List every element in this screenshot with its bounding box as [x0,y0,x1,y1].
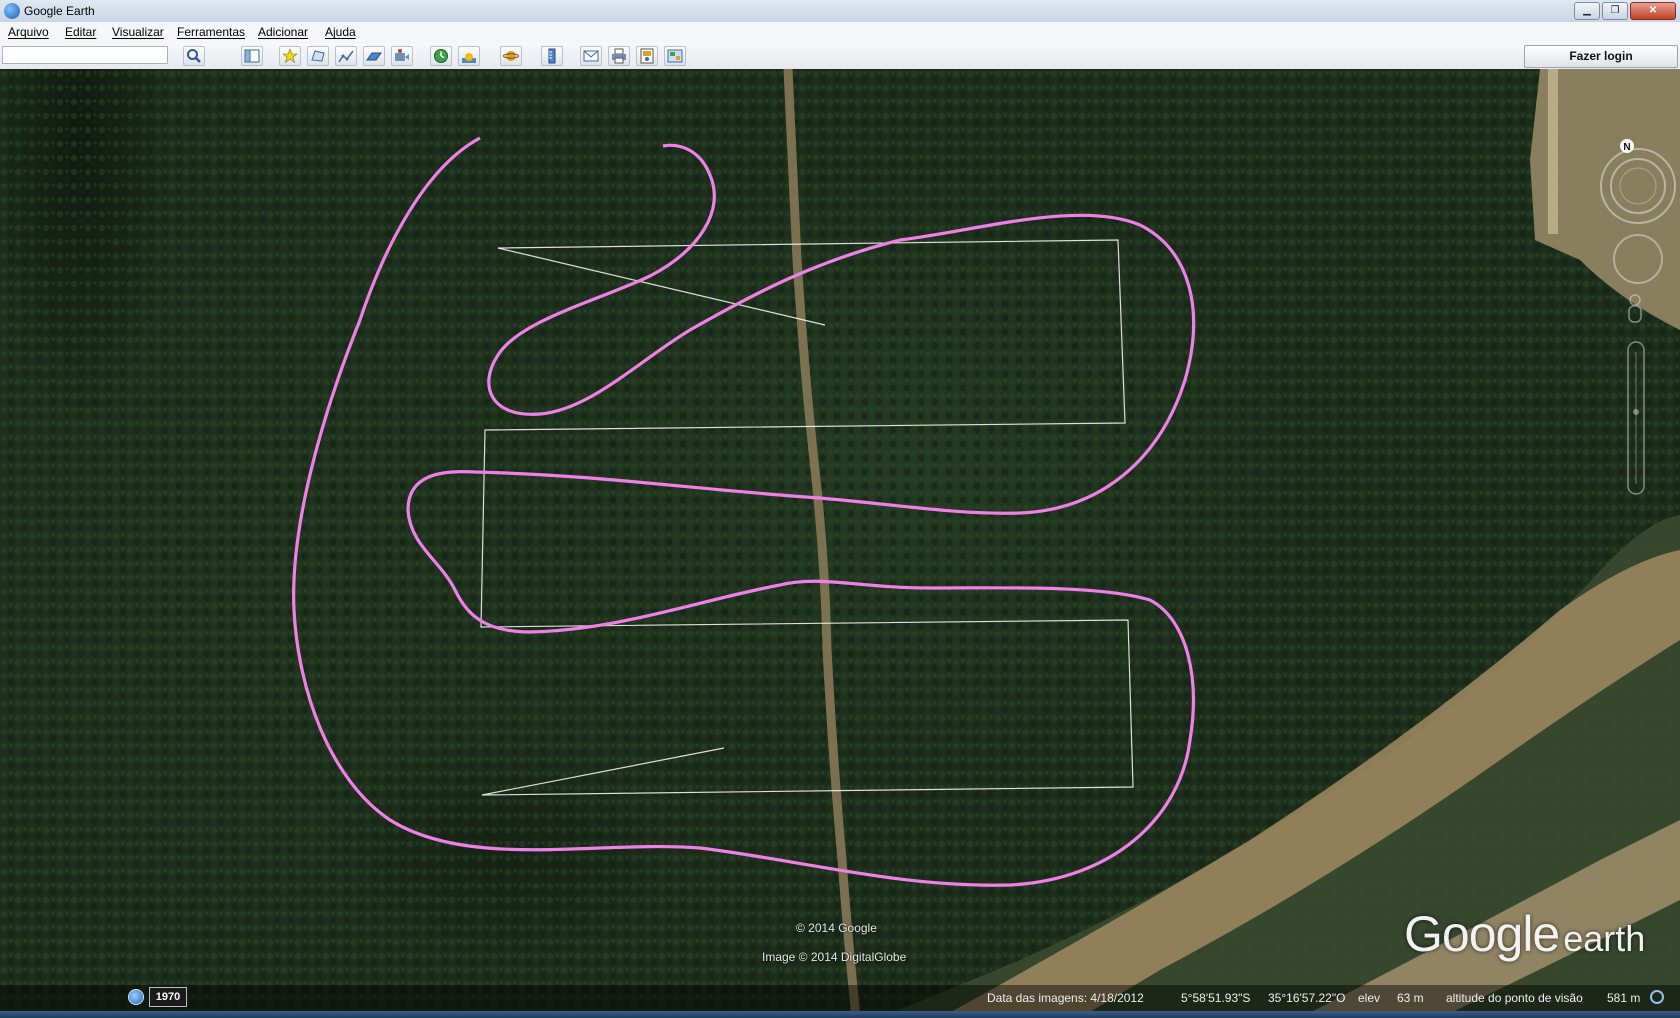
historical-imagery-icon[interactable] [128,989,144,1005]
add-polygon-button[interactable] [307,46,329,66]
latitude-readout: 5°58'51.93"S [1181,991,1251,1005]
print-button[interactable] [608,46,630,66]
logo-earth-text: earth [1563,918,1646,959]
polygon-icon [311,50,325,62]
image-overlay-icon [366,52,382,61]
sunlight-button[interactable] [458,46,480,66]
add-image-overlay-button[interactable] [363,46,385,66]
look-joystick[interactable] [1613,234,1663,284]
menu-arquivo[interactable]: Arquivo [8,25,49,39]
email-button[interactable] [580,46,602,66]
menu-adicionar[interactable]: Adicionar [258,25,308,39]
zoom-slider[interactable] [1627,341,1645,495]
search-input[interactable] [2,46,168,64]
longitude-readout: 35°16'57.22"O [1268,991,1346,1005]
view-in-maps-button[interactable] [664,46,686,66]
menu-visualizar[interactable]: Visualizar [112,25,164,39]
maximize-button[interactable]: ❐ [1602,2,1628,20]
elevation-value: 63 m [1397,991,1424,1005]
close-button[interactable]: ✕ [1630,2,1676,20]
minimize-button[interactable]: ▁ [1574,2,1600,20]
record-tour-icon [395,49,409,61]
eye-altitude-label: altitude do ponto de visão [1446,991,1583,1005]
ruler-icon [548,48,556,64]
google-earth-logo: Google earth [1404,905,1645,963]
imagery-date: Data das imagens: 4/18/2012 [987,991,1144,1005]
sidebar-toggle-button[interactable] [241,46,263,66]
streaming-progress-icon [1650,990,1664,1004]
elevation-label: elev [1358,991,1381,1005]
os-taskbar [0,1011,1680,1018]
print-icon [612,48,626,64]
historical-year-badge[interactable]: 1970 [149,987,187,1007]
search-button[interactable] [183,46,205,66]
save-image-button[interactable] [636,46,658,66]
compass-north-label: N [1623,142,1630,153]
menu-ajuda[interactable]: Ajuda [325,25,356,39]
sunlight-icon [462,53,476,63]
eye-altitude-value: 581 m [1607,991,1641,1005]
window-title: Google Earth [24,4,95,18]
menu-editar[interactable]: Editar [65,25,96,39]
placemark-icon [282,48,298,64]
login-button[interactable]: Fazer login [1524,45,1678,68]
email-icon [583,50,599,62]
street-view-pegman-icon[interactable] [1628,294,1642,323]
historical-imagery-icon [434,49,448,63]
map-view[interactable]: © 2014 Google Image © 2014 DigitalGlobe … [0,69,1680,1018]
map-copyright: © 2014 Google [796,921,877,935]
imagery-credit: Image © 2014 DigitalGlobe [762,950,907,964]
logo-google-text: Google [1404,906,1560,962]
toolbar: Fazer login [0,43,1680,70]
historical-imagery-button[interactable] [430,46,452,66]
status-bar: 1970 Data das imagens: 4/18/2012 5°58'51… [0,985,1680,1011]
menu-ferramentas[interactable]: Ferramentas [177,25,245,39]
title-bar: Google Earth ▁ ❐ ✕ [0,0,1680,23]
clearing-edge [1548,69,1558,234]
menu-bar: Arquivo Editar Visualizar Ferramentas Ad… [0,22,1680,44]
save-image-icon [640,48,654,64]
path-icon [338,50,354,63]
view-in-maps-icon [667,49,683,63]
map-overlay [0,69,1680,1018]
record-tour-button[interactable] [391,46,413,66]
search-icon [187,49,201,63]
sidebar-toggle-icon [244,49,260,63]
nav-controls-graphic: N [1600,139,1676,495]
planets-icon [503,51,519,61]
add-placemark-button[interactable] [279,46,301,66]
ruler-button[interactable] [541,46,563,66]
compass-ring[interactable] [1600,148,1676,224]
google-earth-app-icon [4,3,20,19]
add-path-button[interactable] [335,46,357,66]
planets-button[interactable] [500,46,522,66]
navigation-controls: N [1598,138,1678,498]
